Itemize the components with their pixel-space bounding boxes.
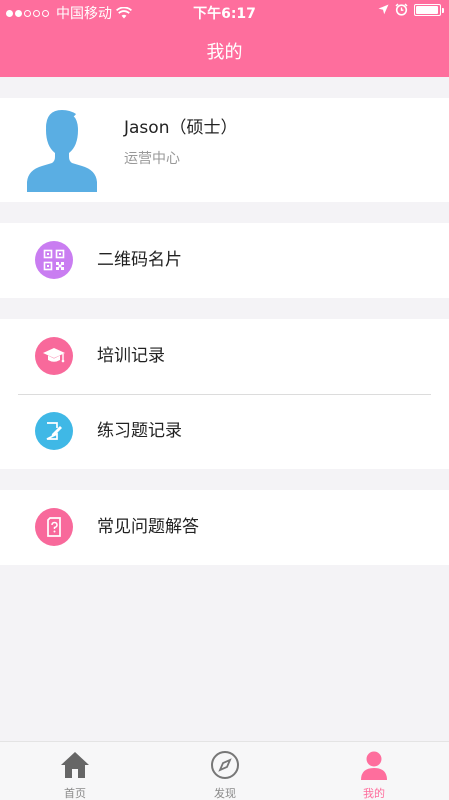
graduation-cap-icon [35,337,73,375]
qr-card-group: 二维码名片 [0,223,449,298]
avatar [27,110,97,192]
status-bar: 中国移动 下午6:17 [0,0,449,22]
menu-item-training-records[interactable]: 培训记录 [0,319,449,394]
status-right [378,3,444,16]
faq-group: 常见问题解答 [0,490,449,565]
question-document-icon [35,508,73,546]
records-group: 培训记录 练习题记录 [0,319,449,469]
tab-bar: 首页 发现 我的 [0,741,449,800]
profile-card[interactable]: Jason（硕士） 运营中心 [0,98,449,202]
profile-department: 运营中心 [124,151,180,167]
menu-item-qr-card[interactable]: 二维码名片 [0,223,449,298]
tab-mine[interactable]: 我的 [299,742,449,800]
menu-item-label: 常见问题解答 [97,517,199,537]
tab-label: 发现 [214,787,236,800]
tab-home[interactable]: 首页 [0,742,150,800]
menu-item-label: 二维码名片 [97,250,182,270]
profile-name: Jason（硕士） [124,118,238,138]
tab-label: 首页 [64,787,86,800]
page-title: 我的 [206,42,243,63]
edit-document-icon [35,412,73,450]
compass-icon [211,751,239,779]
person-icon [361,751,387,780]
menu-item-label: 练习题记录 [97,421,182,441]
tab-label: 我的 [363,787,385,800]
battery-icon [414,3,444,16]
menu-item-exercise-records[interactable]: 练习题记录 [0,394,449,469]
battery-level [416,5,438,14]
header: 中国移动 下午6:17 我的 [0,0,449,77]
menu-item-label: 培训记录 [97,346,165,366]
home-icon [61,752,89,778]
tab-discover[interactable]: 发现 [150,742,300,800]
alarm-icon [395,3,408,16]
location-arrow-icon [378,4,389,15]
qr-code-icon [35,241,73,279]
menu-item-faq[interactable]: 常见问题解答 [0,490,449,565]
